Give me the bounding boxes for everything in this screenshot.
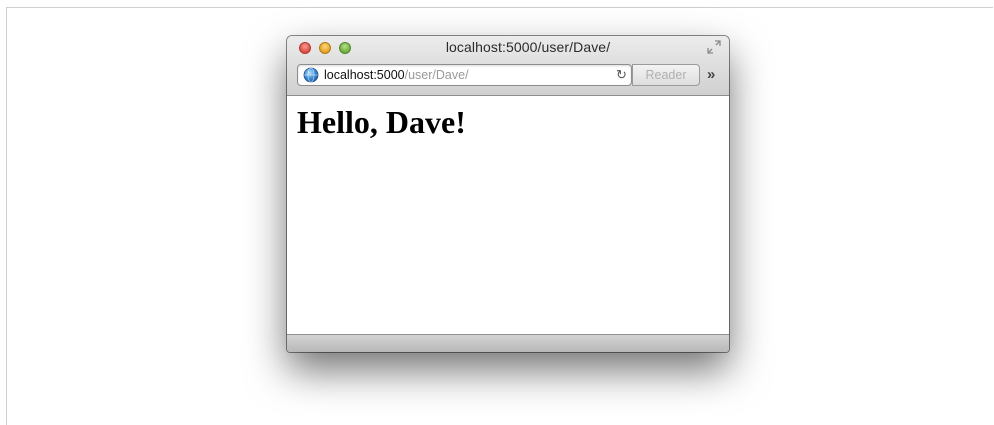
page-heading: Hello, Dave! <box>297 104 466 140</box>
url-host: localhost:5000 <box>324 68 405 82</box>
page-content: Hello, Dave! <box>287 96 729 334</box>
window-title: localhost:5000/user/Dave/ <box>445 39 611 55</box>
browser-window: localhost:5000/user/Dave/ localhost:5000… <box>287 36 729 352</box>
fullscreen-icon[interactable] <box>707 40 721 54</box>
url-path: /user/Dave/ <box>404 68 469 82</box>
minimize-icon[interactable] <box>319 42 331 54</box>
reader-button[interactable]: Reader <box>632 64 700 86</box>
zoom-icon[interactable] <box>339 42 351 54</box>
close-icon[interactable] <box>299 42 311 54</box>
status-bar <box>287 334 729 352</box>
title-bar: localhost:5000/user/Dave/ localhost:5000… <box>287 36 729 96</box>
address-bar[interactable]: localhost:5000/user/Dave/ ↻ <box>297 64 632 86</box>
url-text[interactable]: localhost:5000/user/Dave/ <box>324 68 469 82</box>
globe-icon <box>303 67 319 83</box>
chevron-double-right-icon[interactable]: » <box>707 66 715 83</box>
reload-icon[interactable]: ↻ <box>616 68 627 82</box>
